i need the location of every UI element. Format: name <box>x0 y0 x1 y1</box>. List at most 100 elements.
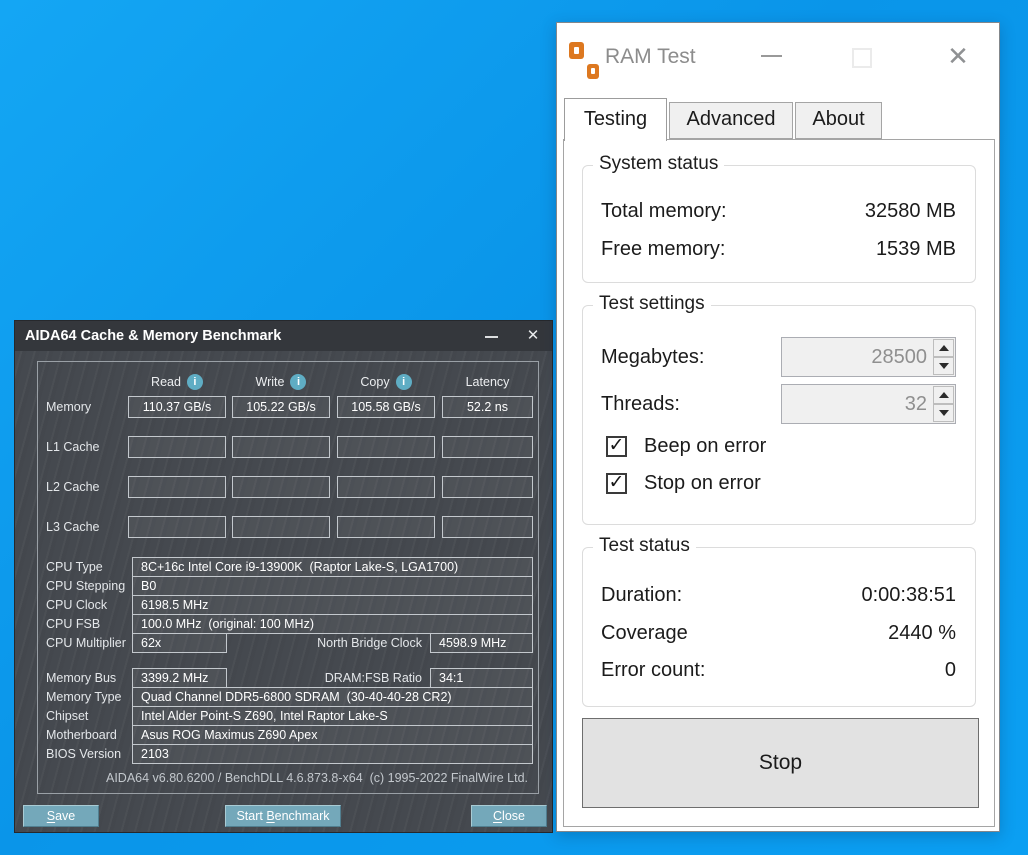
test-status-groupbox: Test status Duration: 0:00:38:51 Coverag… <box>582 535 976 707</box>
spin-up-button[interactable] <box>933 386 954 404</box>
bench-row-label: L2 Cache <box>46 480 100 494</box>
system-status-legend: System status <box>593 153 725 175</box>
info-icon[interactable]: i <box>395 374 412 390</box>
bench-value-box: 105.22 GB/s <box>232 396 330 418</box>
minimize-icon <box>761 55 782 57</box>
spin-down-button[interactable] <box>933 404 954 422</box>
total-memory-value: 32580 MB <box>864 200 956 222</box>
tab-about[interactable]: About <box>795 102 882 139</box>
arrow-up-icon <box>938 392 949 398</box>
stop-on-error-label: Stop on error <box>644 472 761 494</box>
aida64-benchmark-panel: Read i Write i Copy i Latency Memory 110… <box>37 361 539 794</box>
bench-row-label: Memory <box>46 400 92 414</box>
aida64-close-button[interactable]: ✕ <box>513 321 553 351</box>
threads-value: 32 <box>904 393 927 415</box>
bench-value-box <box>128 516 226 538</box>
bench-value-box <box>232 516 330 538</box>
threads-stepper[interactable]: 32 <box>781 384 956 424</box>
ramtest-maximize-button[interactable] <box>852 48 872 68</box>
arrow-down-icon <box>938 363 949 369</box>
bench-value-box: 110.37 GB/s <box>128 396 226 418</box>
north-bridge-clock-label: North Bridge Clock <box>317 636 422 650</box>
ramtest-minimize-button[interactable] <box>755 39 789 73</box>
error-count-label: Error count: <box>601 659 706 681</box>
info-icon[interactable]: i <box>290 374 307 390</box>
aida64-titlebar: AIDA64 Cache & Memory Benchmark ✕ <box>15 321 552 351</box>
duration-label: Duration: <box>601 584 683 606</box>
error-count-value: 0 <box>944 659 956 681</box>
info-value-field: Quad Channel DDR5-6800 SDRAM (30-40-40-2… <box>132 687 533 707</box>
test-settings-legend: Test settings <box>593 293 711 315</box>
stop-on-error-checkbox[interactable]: ✓ <box>606 472 627 494</box>
tab-testing[interactable]: Testing <box>564 98 667 141</box>
info-value-field: 3399.2 MHz <box>132 668 227 688</box>
desktop: AIDA64 Cache & Memory Benchmark ✕ Read i… <box>0 0 1028 855</box>
info-icon[interactable]: i <box>186 374 203 390</box>
aida64-window: AIDA64 Cache & Memory Benchmark ✕ Read i… <box>14 320 553 833</box>
info-value-field: 62x <box>132 633 227 653</box>
column-header-write: Write i <box>232 373 330 391</box>
info-value-field: 100.0 MHz (original: 100 MHz) <box>132 614 533 634</box>
info-row-label: CPU Multiplier <box>46 636 126 650</box>
info-row-label: Chipset <box>46 709 89 723</box>
testing-tab-page: System status Total memory: 32580 MB Fre… <box>563 139 995 827</box>
north-bridge-clock-field: 4598.9 MHz <box>430 633 533 653</box>
bench-value-box <box>128 476 226 498</box>
bench-value-box <box>442 516 533 538</box>
bench-value-box <box>442 476 533 498</box>
megabytes-stepper[interactable]: 28500 <box>781 337 956 377</box>
spin-up-button[interactable] <box>933 339 954 357</box>
column-header-latency: Latency <box>442 373 533 391</box>
bench-value-box: 105.58 GB/s <box>337 396 435 418</box>
arrow-up-icon <box>938 345 949 351</box>
info-value-field: B0 <box>132 576 533 596</box>
test-settings-groupbox: Test settings Megabytes: 28500 Threads: … <box>582 293 976 525</box>
info-value-field: 8C+16c Intel Core i9-13900K (Raptor Lake… <box>132 557 533 577</box>
bench-row-label: L3 Cache <box>46 520 100 534</box>
total-memory-label: Total memory: <box>601 200 727 222</box>
save-button[interactable]: Save <box>23 805 99 827</box>
start-benchmark-button[interactable]: Start Benchmark <box>225 805 341 827</box>
info-value-field: Intel Alder Point-S Z690, Intel Raptor L… <box>132 706 533 726</box>
ramtest-window: RAM Test ✕ Testing Advanced About System… <box>556 22 1000 832</box>
spin-down-button[interactable] <box>933 357 954 375</box>
check-icon: ✓ <box>608 435 625 456</box>
info-row-label: CPU Type <box>46 560 103 574</box>
beep-on-error-checkbox[interactable]: ✓ <box>606 435 627 457</box>
beep-on-error-label: Beep on error <box>644 435 767 457</box>
system-status-groupbox: System status Total memory: 32580 MB Fre… <box>582 153 976 283</box>
bench-value-box: 52.2 ns <box>442 396 533 418</box>
info-row-label: Memory Type <box>46 690 122 704</box>
latency-header-label: Latency <box>465 375 510 389</box>
aida64-version-footer: AIDA64 v6.80.6200 / BenchDLL 4.6.873.8-x… <box>105 771 528 785</box>
free-memory-value: 1539 MB <box>875 238 956 260</box>
close-button[interactable]: Close <box>471 805 547 827</box>
column-header-copy: Copy i <box>337 373 435 391</box>
info-value-field: 6198.5 MHz <box>132 595 533 615</box>
copy-header-label: Copy <box>360 375 390 389</box>
dram-fsb-ratio-field: 34:1 <box>430 668 533 688</box>
megabytes-label: Megabytes: <box>601 346 705 368</box>
test-status-legend: Test status <box>593 535 696 557</box>
bench-value-box <box>232 476 330 498</box>
ramtest-window-title: RAM Test <box>605 45 696 68</box>
info-row-label: Memory Bus <box>46 671 117 685</box>
write-header-label: Write <box>255 375 285 389</box>
coverage-label: Coverage <box>601 622 688 644</box>
aida64-minimize-button[interactable] <box>475 321 509 351</box>
bench-row-label: L1 Cache <box>46 440 100 454</box>
stop-button[interactable]: Stop <box>582 718 979 808</box>
arrow-down-icon <box>938 410 949 416</box>
info-value-field: 2103 <box>132 744 533 764</box>
column-header-read: Read i <box>128 373 226 391</box>
duration-value: 0:00:38:51 <box>861 584 956 606</box>
bench-value-box <box>128 436 226 458</box>
bench-value-box <box>442 436 533 458</box>
ramtest-titlebar: RAM Test ✕ <box>557 23 999 87</box>
info-value-field: Asus ROG Maximus Z690 Apex <box>132 725 533 745</box>
check-icon: ✓ <box>608 472 625 493</box>
read-header-label: Read <box>151 375 181 389</box>
tab-advanced[interactable]: Advanced <box>669 102 793 139</box>
info-row-label: CPU Clock <box>46 598 108 612</box>
ramtest-close-button[interactable]: ✕ <box>939 39 977 75</box>
